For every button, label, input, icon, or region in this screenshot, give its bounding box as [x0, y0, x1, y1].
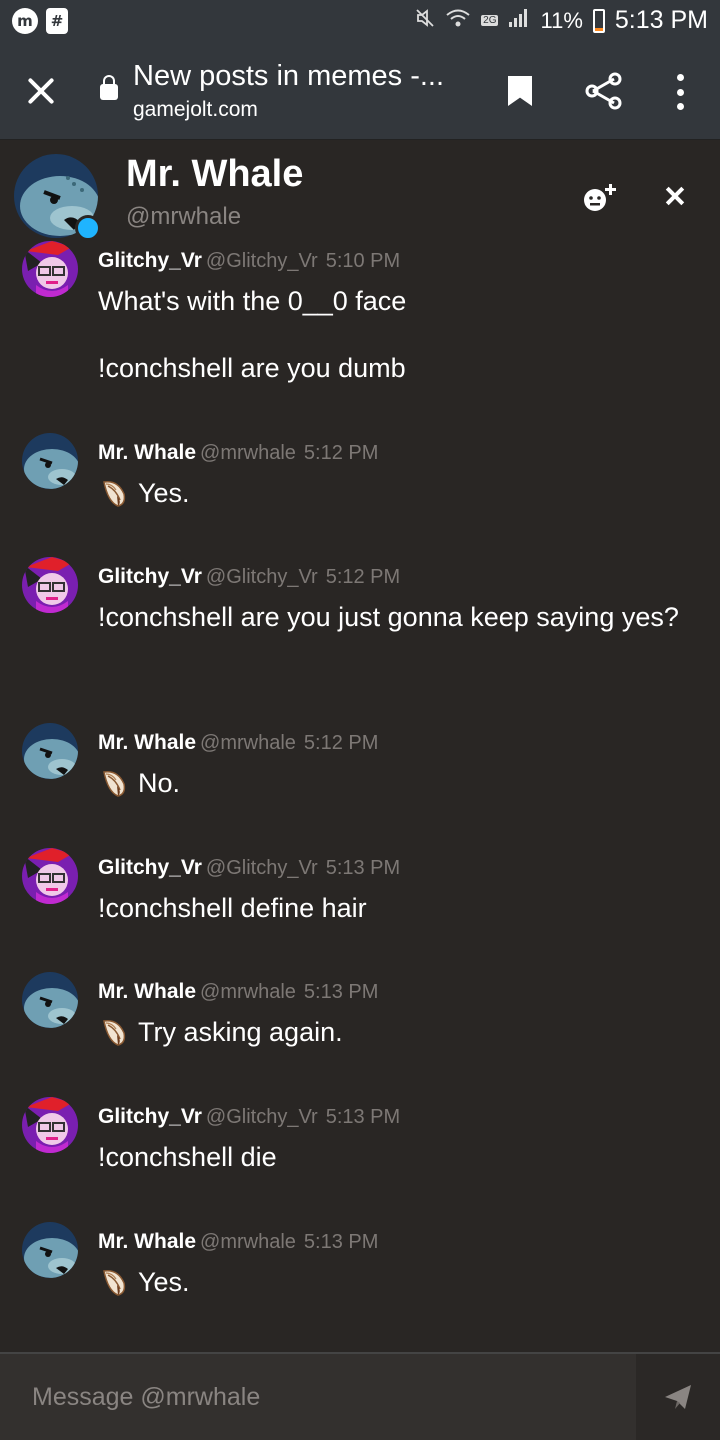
message-text-content: Yes.	[138, 478, 190, 508]
message-text: !conchshell die	[98, 1142, 277, 1172]
avatar[interactable]	[22, 433, 78, 489]
message-username[interactable]: Mr. Whale	[98, 1230, 196, 1253]
contact-handle: @mrwhale	[126, 203, 242, 230]
message-composer: Message @mrwhale	[0, 1352, 720, 1440]
battery-icon	[592, 8, 605, 33]
message-body: No.	[98, 763, 698, 803]
message-meta: Glitchy_Vr @Glitchy_Vr 5:12 PM	[98, 565, 400, 589]
message-list: Glitchy_Vr @Glitchy_Vr 5:10 PM What's with …	[0, 241, 720, 1352]
message-body: Try asking again.	[98, 1012, 698, 1052]
avatar[interactable]	[22, 1222, 78, 1278]
message-body: Yes.	[98, 1262, 698, 1302]
signal-icon	[508, 8, 530, 33]
conch-shell-icon	[103, 481, 126, 507]
page-url[interactable]: gamejolt.com	[133, 98, 258, 122]
lock-icon	[100, 75, 118, 100]
battery-percent: 11%	[540, 7, 583, 33]
close-chat-button[interactable]	[664, 185, 686, 207]
message-username[interactable]: Mr. Whale	[98, 980, 196, 1003]
status-time: 5:13 PM	[614, 6, 708, 34]
message-handle: @mrwhale	[200, 732, 296, 754]
status-left-icons: m #	[12, 8, 68, 34]
message-text: Yes.	[98, 1262, 698, 1302]
message-handle: @Glitchy_Vr	[205, 1106, 318, 1128]
message-text-content: No.	[138, 768, 181, 798]
browser-toolbar: New posts in memes -... gamejolt.com	[0, 44, 720, 140]
share-icon[interactable]	[584, 72, 624, 110]
more-options-icon[interactable]	[668, 74, 692, 110]
message-text-content: Yes.	[138, 1267, 190, 1297]
message-timestamp: 5:12 PM	[325, 566, 401, 588]
avatar[interactable]	[22, 972, 78, 1028]
status-bar: m # 2G 11% 5:13 PM	[0, 0, 720, 44]
message-timestamp: 5:12 PM	[303, 732, 379, 754]
message-meta: Mr. Whale @mrwhale 5:12 PM	[98, 731, 378, 755]
message-input[interactable]: Message @mrwhale	[0, 1354, 636, 1440]
online-status-indicator	[75, 215, 101, 241]
app-icon: m	[12, 8, 38, 34]
avatar[interactable]	[22, 1097, 78, 1153]
status-right: 2G 11% 5:13 PM	[415, 6, 708, 35]
message-text: !conchshell define hair	[98, 893, 367, 923]
avatar[interactable]	[22, 848, 78, 904]
message-body: !conchshell define hair	[98, 888, 698, 928]
message-timestamp: 5:13 PM	[303, 981, 379, 1003]
message-meta: Mr. Whale @mrwhale 5:13 PM	[98, 1230, 378, 1254]
message-body: Yes.	[98, 473, 698, 513]
message-meta: Mr. Whale @mrwhale 5:12 PM	[98, 441, 378, 465]
mute-icon	[415, 8, 435, 33]
conch-shell-icon	[103, 1270, 126, 1296]
message-text-content: Try asking again.	[138, 1017, 343, 1047]
message-handle: @mrwhale	[200, 1231, 296, 1253]
avatar[interactable]	[22, 557, 78, 613]
page-title[interactable]: New posts in memes -...	[133, 60, 463, 93]
message-handle: @mrwhale	[200, 442, 296, 464]
add-friend-icon[interactable]	[582, 183, 618, 213]
message-handle: @Glitchy_Vr	[205, 250, 318, 272]
message-username[interactable]: Mr. Whale	[98, 731, 196, 754]
message-timestamp: 5:13 PM	[325, 857, 401, 879]
message-timestamp: 5:13 PM	[325, 1106, 401, 1128]
message-meta: Glitchy_Vr @Glitchy_Vr 5:13 PM	[98, 1105, 400, 1129]
message-text: What's with the 0__0 face	[98, 286, 407, 316]
message-handle: @Glitchy_Vr	[205, 566, 318, 588]
message-text: Yes.	[98, 473, 698, 513]
message-timestamp: 5:13 PM	[303, 1231, 379, 1253]
message-text: Try asking again.	[98, 1012, 698, 1052]
send-button[interactable]	[636, 1354, 720, 1440]
message-text: !conchshell are you just gonna keep sayi…	[98, 602, 679, 632]
wifi-icon	[445, 8, 471, 33]
message-text: No.	[98, 763, 698, 803]
message-username[interactable]: Glitchy_Vr	[98, 856, 202, 879]
message-username[interactable]: Glitchy_Vr	[98, 565, 202, 588]
message-body: !conchshell are you just gonna keep sayi…	[98, 597, 698, 637]
avatar[interactable]	[22, 241, 78, 297]
message-meta: Glitchy_Vr @Glitchy_Vr 5:10 PM	[98, 249, 400, 273]
message-body: What's with the 0__0 face !conchshell are…	[98, 281, 698, 388]
message-body: !conchshell die	[98, 1137, 698, 1177]
avatar[interactable]	[22, 723, 78, 779]
conch-shell-icon	[103, 771, 126, 797]
message-username[interactable]: Mr. Whale	[98, 441, 196, 464]
message-handle: @mrwhale	[200, 981, 296, 1003]
network-badge: 2G	[481, 15, 499, 26]
message-username[interactable]: Glitchy_Vr	[98, 1105, 202, 1128]
notification-icon: #	[46, 8, 68, 34]
send-icon	[665, 1385, 691, 1409]
message-timestamp: 5:10 PM	[325, 250, 401, 272]
message-text: !conchshell are you dumb	[98, 353, 406, 383]
contact-name: Mr. Whale	[126, 153, 304, 195]
bookmark-icon[interactable]	[508, 76, 532, 106]
close-tab-button[interactable]	[24, 74, 58, 108]
chat-header: Mr. Whale @mrwhale	[0, 141, 720, 241]
message-meta: Mr. Whale @mrwhale 5:13 PM	[98, 980, 378, 1004]
message-handle: @Glitchy_Vr	[205, 857, 318, 879]
message-timestamp: 5:12 PM	[303, 442, 379, 464]
conch-shell-icon	[103, 1020, 126, 1046]
battery-fill	[594, 28, 603, 31]
message-username[interactable]: Glitchy_Vr	[98, 249, 202, 272]
message-meta: Glitchy_Vr @Glitchy_Vr 5:13 PM	[98, 856, 400, 880]
